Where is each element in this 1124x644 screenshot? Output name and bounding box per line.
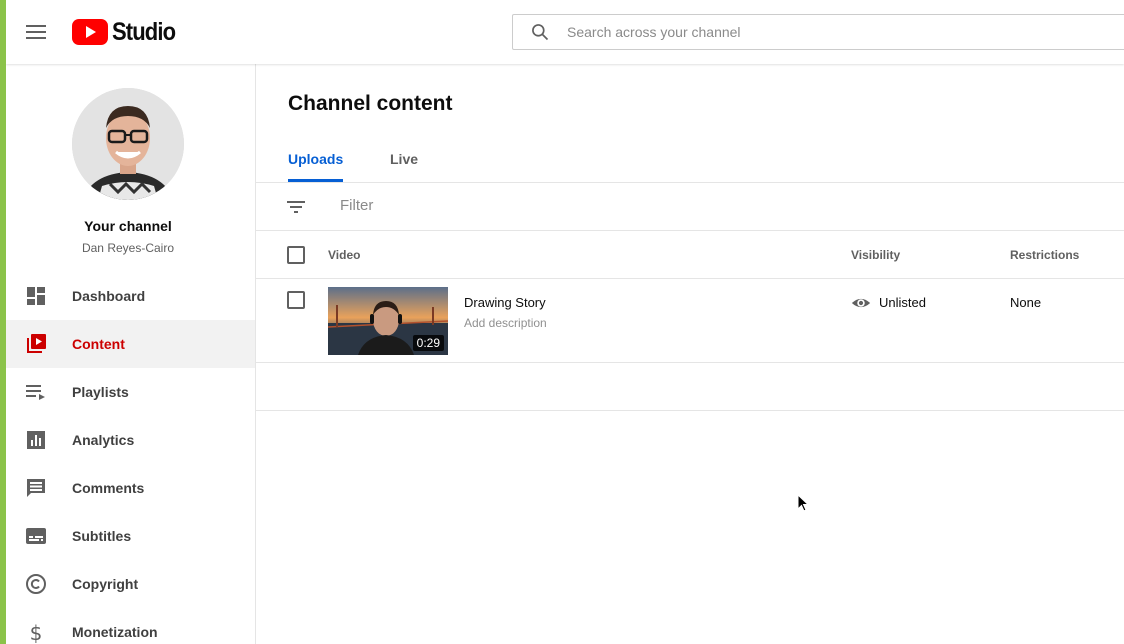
sidebar-nav: Dashboard Content Playlists Analytics Co… bbox=[6, 272, 255, 644]
sidebar-item-label: Comments bbox=[72, 480, 145, 496]
tab-live[interactable]: Live bbox=[390, 136, 418, 182]
select-all-checkbox[interactable] bbox=[287, 246, 305, 264]
video-description[interactable]: Add description bbox=[464, 316, 547, 330]
video-duration: 0:29 bbox=[412, 335, 444, 351]
eye-icon bbox=[851, 298, 871, 308]
column-header-video[interactable]: Video bbox=[328, 248, 360, 262]
page-title: Channel content bbox=[288, 92, 453, 115]
left-accent-bar bbox=[0, 0, 6, 644]
sidebar: Your channel Dan Reyes-Cairo Dashboard C… bbox=[6, 64, 256, 644]
visibility-value[interactable]: Unlisted bbox=[879, 295, 926, 310]
sidebar-item-label: Analytics bbox=[72, 432, 135, 448]
main-content: Channel content Uploads Live Video Visib… bbox=[256, 64, 1124, 644]
channel-title: Your channel bbox=[84, 218, 172, 234]
playlists-icon bbox=[26, 385, 45, 400]
sidebar-item-label: Subtitles bbox=[72, 528, 132, 544]
content-tabs: Uploads Live bbox=[256, 136, 1124, 183]
content-icon bbox=[27, 334, 46, 353]
search-input[interactable] bbox=[567, 24, 1067, 40]
sidebar-item-analytics[interactable]: Analytics bbox=[6, 416, 255, 464]
sidebar-item-playlists[interactable]: Playlists bbox=[6, 368, 255, 416]
column-header-visibility[interactable]: Visibility bbox=[851, 248, 900, 262]
top-header: Studio bbox=[6, 0, 1124, 64]
sidebar-item-dashboard[interactable]: Dashboard bbox=[6, 272, 255, 320]
filter-bar bbox=[256, 183, 1124, 231]
filter-icon[interactable] bbox=[284, 195, 308, 219]
channel-avatar[interactable] bbox=[72, 88, 184, 200]
copyright-icon bbox=[26, 574, 46, 594]
svg-text:$: $ bbox=[30, 621, 43, 644]
column-header-restrictions[interactable]: Restrictions bbox=[1010, 248, 1079, 262]
tab-uploads[interactable]: Uploads bbox=[288, 136, 344, 182]
restrictions-value: None bbox=[1010, 295, 1042, 310]
sidebar-item-copyright[interactable]: Copyright bbox=[6, 560, 255, 608]
monetization-icon: $ bbox=[30, 621, 43, 644]
sidebar-item-label: Dashboard bbox=[72, 288, 146, 304]
mouse-cursor-icon bbox=[797, 494, 809, 512]
sidebar-item-label: Content bbox=[72, 336, 125, 352]
video-title[interactable]: Drawing Story bbox=[464, 295, 546, 310]
channel-name: Dan Reyes-Cairo bbox=[81, 241, 175, 255]
filter-input[interactable] bbox=[340, 197, 740, 214]
table-header: Video Visibility Restrictions bbox=[256, 231, 1124, 279]
sidebar-item-content[interactable]: Content bbox=[6, 320, 255, 368]
search-box[interactable] bbox=[512, 14, 1124, 50]
analytics-icon bbox=[27, 431, 45, 449]
search-icon[interactable] bbox=[513, 15, 567, 49]
sidebar-item-label: Playlists bbox=[72, 384, 129, 400]
video-thumbnail[interactable]: 0:29 bbox=[328, 287, 448, 355]
row-checkbox[interactable] bbox=[287, 291, 305, 309]
logo-text: Studio bbox=[112, 17, 176, 46]
comments-icon bbox=[27, 479, 45, 497]
sidebar-item-label: Monetization bbox=[72, 624, 158, 640]
table-row[interactable]: 0:29 Drawing Story Add description Unlis… bbox=[256, 279, 1124, 363]
sidebar-item-comments[interactable]: Comments bbox=[6, 464, 255, 512]
sidebar-item-subtitles[interactable]: Subtitles bbox=[6, 512, 255, 560]
empty-row-divider bbox=[256, 363, 1124, 411]
hamburger-menu-icon[interactable] bbox=[20, 16, 52, 48]
sidebar-item-label: Copyright bbox=[72, 576, 139, 592]
youtube-studio-logo[interactable]: Studio bbox=[72, 17, 184, 46]
youtube-play-logo-icon bbox=[72, 19, 108, 45]
dashboard-icon bbox=[27, 287, 45, 305]
sidebar-item-monetization[interactable]: $ Monetization bbox=[6, 608, 255, 644]
subtitles-icon bbox=[26, 528, 46, 544]
